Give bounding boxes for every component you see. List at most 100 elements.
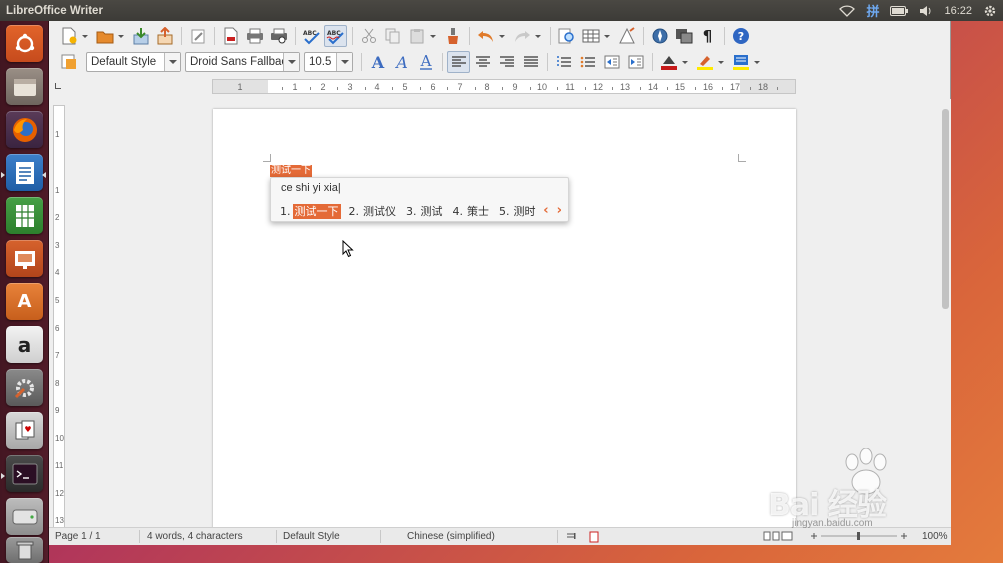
export-icon[interactable] <box>153 25 176 47</box>
underline-icon[interactable]: A <box>414 51 437 73</box>
background-color-icon[interactable] <box>729 51 752 73</box>
open-folder-icon[interactable] <box>93 25 116 47</box>
wifi-icon[interactable] <box>839 0 856 21</box>
navigator-icon[interactable] <box>648 25 671 47</box>
files-icon[interactable] <box>6 68 43 105</box>
export-pdf-icon[interactable] <box>219 25 242 47</box>
spelling-icon[interactable]: ABC <box>300 25 323 47</box>
bold-icon[interactable]: A <box>366 51 389 73</box>
candidate-index: 3. <box>406 205 417 218</box>
chevron-left-icon[interactable]: ‹ <box>543 203 548 218</box>
align-left-icon[interactable] <box>447 51 470 73</box>
new-document-dropdown[interactable] <box>81 25 89 47</box>
software-center-icon[interactable]: A <box>6 283 43 320</box>
gallery-icon[interactable] <box>672 25 695 47</box>
bullets-icon[interactable] <box>576 51 599 73</box>
font-color-icon[interactable] <box>657 51 680 73</box>
ruler-minor-tick <box>309 87 311 90</box>
chevron-down-icon[interactable] <box>283 53 299 71</box>
highlighting-dropdown[interactable] <box>717 51 725 73</box>
show-draw-functions-icon[interactable] <box>615 25 638 47</box>
trash-icon[interactable] <box>6 537 43 563</box>
font-name-select[interactable]: Droid Sans Fallbac <box>185 52 300 72</box>
highlighting-icon[interactable] <box>693 51 716 73</box>
paragraph-style-select[interactable]: Default Style <box>86 52 181 72</box>
clock[interactable]: 16:22 <box>944 0 972 21</box>
italic-icon[interactable]: A <box>390 51 413 73</box>
redo-icon[interactable] <box>510 25 533 47</box>
font-size-select[interactable]: 10.5 <box>304 52 353 72</box>
open-dropdown[interactable] <box>117 25 125 47</box>
redo-dropdown[interactable] <box>534 25 542 47</box>
impress-icon[interactable] <box>6 240 43 277</box>
baidu-watermark: Bai 经验 jingyan.baidu.com <box>768 448 958 538</box>
ime-candidate[interactable]: 1. 测试一下 <box>280 204 341 219</box>
align-right-icon[interactable] <box>495 51 518 73</box>
table-dropdown[interactable] <box>603 25 611 47</box>
page-style[interactable]: Default Style <box>283 531 340 542</box>
insert-mode-icon[interactable] <box>566 531 576 544</box>
find-replace-icon[interactable] <box>555 25 578 47</box>
auto-spellcheck-icon[interactable]: ABC <box>324 25 347 47</box>
language-indicator[interactable]: Chinese (simplified) <box>407 531 495 542</box>
calc-icon[interactable] <box>6 197 43 234</box>
battery-icon[interactable] <box>890 0 909 21</box>
print-preview-icon[interactable] <box>267 25 290 47</box>
page-indicator[interactable]: Page 1 / 1 <box>55 531 101 542</box>
clone-formatting-icon[interactable] <box>441 25 464 47</box>
font-color-dropdown[interactable] <box>681 51 689 73</box>
word-count[interactable]: 4 words, 4 characters <box>147 531 243 542</box>
vertical-ruler[interactable]: 1 1 2 3 4 5 6 7 8 9 10 11 12 13 <box>53 105 65 545</box>
undo-dropdown[interactable] <box>498 25 506 47</box>
text-boundary-corner <box>738 154 746 162</box>
copy-icon[interactable] <box>381 25 404 47</box>
scrollbar-thumb[interactable] <box>942 109 949 309</box>
ime-candidate[interactable]: 4. 策士 <box>453 204 492 219</box>
system-settings-icon[interactable] <box>6 369 43 406</box>
ruler-minor-tick <box>529 87 531 90</box>
cut-icon[interactable] <box>357 25 380 47</box>
styles-formatting-icon[interactable] <box>57 51 80 73</box>
horizontal-ruler[interactable]: 1 1 2 3 4 5 6 7 8 9 10 11 12 13 14 15 16 17 18 <box>212 79 796 94</box>
ruler-minor-tick <box>447 87 448 90</box>
terminal-icon[interactable] <box>6 455 43 492</box>
ime-icon[interactable]: 拼 <box>866 0 879 21</box>
ubuntu-logo-icon[interactable] <box>6 25 43 62</box>
tab-stop-selector[interactable] <box>55 83 61 89</box>
formatting-marks-icon[interactable]: ¶ <box>696 25 719 47</box>
save-icon[interactable] <box>129 25 152 47</box>
solitaire-icon[interactable]: ♥ <box>6 412 43 449</box>
insert-table-icon[interactable] <box>579 25 602 47</box>
ime-candidate[interactable]: 5. 测时 <box>499 204 538 219</box>
document-text-selected[interactable]: 测试一下 <box>270 165 312 177</box>
help-icon[interactable]: ? <box>729 25 752 47</box>
paste-dropdown[interactable] <box>429 25 437 47</box>
chevron-right-icon[interactable]: › <box>557 203 562 218</box>
numbering-icon[interactable] <box>552 51 575 73</box>
background-color-dropdown[interactable] <box>753 51 761 73</box>
toolbar-separator <box>442 53 443 71</box>
disk-icon[interactable] <box>6 498 43 535</box>
undo-icon[interactable] <box>474 25 497 47</box>
align-center-icon[interactable] <box>471 51 494 73</box>
gear-icon[interactable] <box>983 0 997 21</box>
amazon-icon[interactable]: a <box>6 326 43 363</box>
ime-candidate[interactable]: 3. 测试 <box>406 204 445 219</box>
ime-candidate[interactable]: 2. 测试仪 <box>349 204 399 219</box>
paste-icon[interactable] <box>405 25 428 47</box>
print-icon[interactable] <box>243 25 266 47</box>
chevron-down-icon[interactable] <box>164 53 180 71</box>
volume-icon[interactable] <box>919 0 933 21</box>
new-document-icon[interactable] <box>57 25 80 47</box>
document-modified-icon[interactable] <box>589 531 599 546</box>
status-divider <box>557 530 558 543</box>
justify-icon[interactable] <box>519 51 542 73</box>
chevron-down-icon[interactable] <box>336 53 352 71</box>
increase-indent-icon[interactable] <box>624 51 647 73</box>
firefox-icon[interactable] <box>6 111 43 148</box>
writer-icon[interactable] <box>6 154 43 191</box>
edit-mode-icon[interactable] <box>186 25 209 47</box>
ruler-minor-tick <box>474 87 476 90</box>
page[interactable]: 测试一下 <box>213 109 796 527</box>
decrease-indent-icon[interactable] <box>600 51 623 73</box>
